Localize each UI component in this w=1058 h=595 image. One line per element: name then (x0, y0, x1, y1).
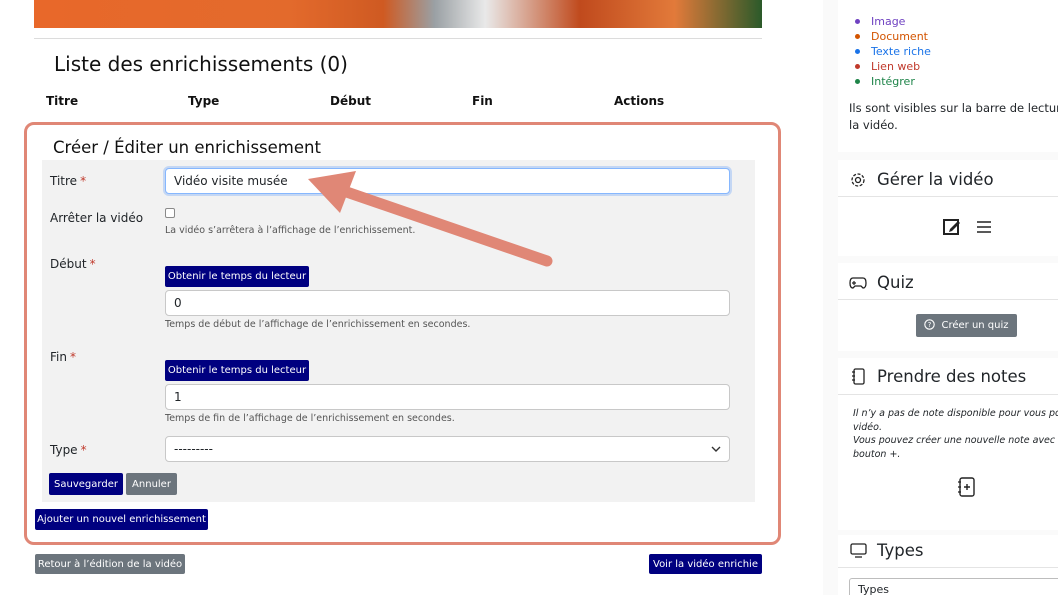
bullet-icon (855, 49, 860, 54)
quiz-heading: Quiz (849, 273, 914, 292)
help-circle-icon: ? (924, 318, 936, 333)
bullet-icon (855, 19, 860, 24)
create-quiz-button[interactable]: ? Créer un quiz (916, 314, 1017, 337)
edit-icon[interactable] (942, 217, 962, 237)
divider (838, 394, 1058, 395)
divider (838, 196, 1058, 197)
legend-item-lien-web: Lien web (855, 59, 931, 74)
monitor-icon (849, 542, 867, 560)
types-heading: Types (849, 541, 924, 560)
legend-description: Ils sont visibles sur la barre de lectur… (849, 101, 1058, 132)
gamepad-icon (849, 274, 867, 292)
bullet-icon (855, 34, 860, 39)
svg-text:?: ? (928, 321, 932, 329)
notes-empty-message: Il n’y a pas de note disponible pour vou… (853, 408, 1058, 460)
back-to-video-edit-button[interactable]: Retour à l’édition de la vidéo (35, 554, 185, 574)
notebook-icon (849, 368, 867, 386)
legend-item-integrer: Intégrer (855, 74, 931, 89)
view-enriched-video-button[interactable]: Voir la vidéo enrichie (649, 554, 762, 574)
menu-icon[interactable] (976, 219, 992, 235)
enrichment-type-legend: Image Document Texte riche Lien web Inté… (855, 14, 931, 89)
legend-item-texte-riche: Texte riche (855, 44, 931, 59)
manage-video-heading: Gérer la vidéo (849, 170, 994, 189)
notes-heading: Prendre des notes (849, 367, 1026, 386)
add-note-icon[interactable] (956, 476, 976, 498)
bullet-icon (855, 64, 860, 69)
types-select[interactable]: Types (849, 578, 1058, 595)
divider (838, 299, 1058, 300)
legend-item-document: Document (855, 29, 931, 44)
gear-icon (849, 171, 867, 189)
legend-item-image: Image (855, 14, 931, 29)
bullet-icon (855, 79, 860, 84)
divider (838, 567, 1058, 568)
